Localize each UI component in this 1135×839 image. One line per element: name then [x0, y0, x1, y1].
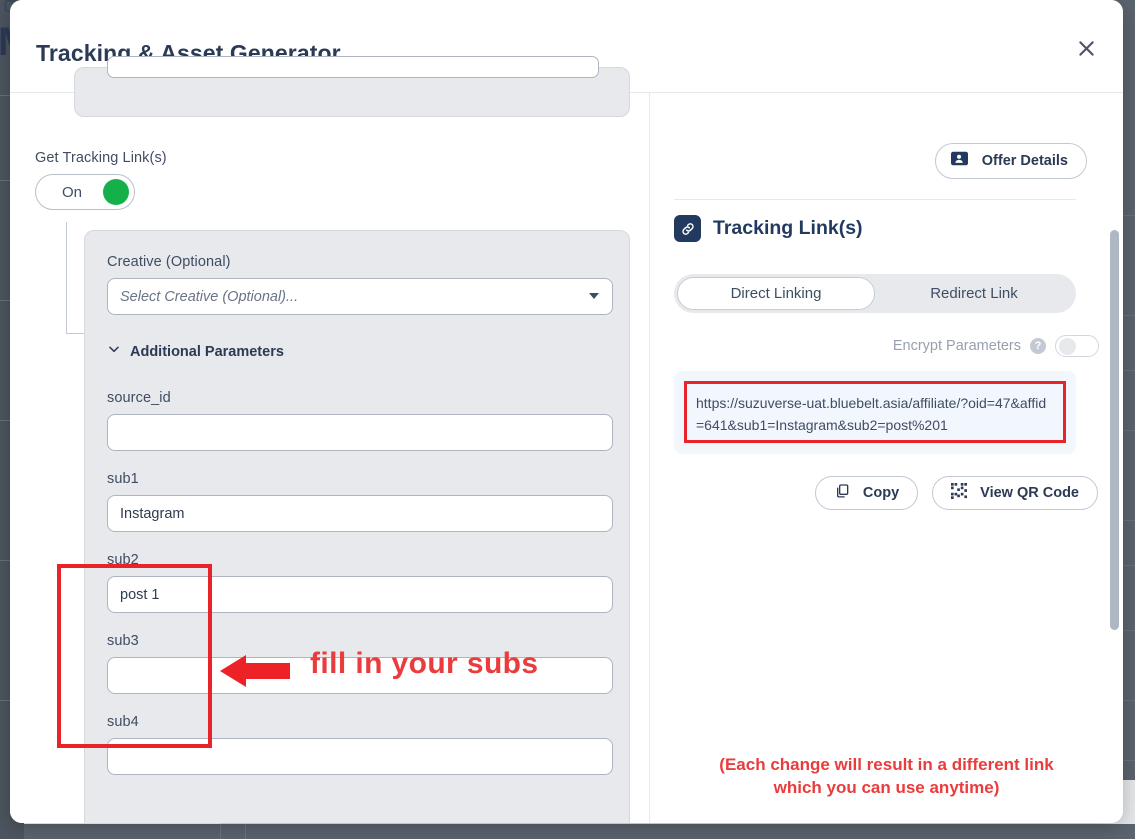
field-label: sub1 — [107, 471, 139, 487]
offer-details-button[interactable]: Offer Details — [934, 143, 1087, 179]
copy-button[interactable]: Copy — [814, 476, 919, 510]
sub2-input[interactable] — [107, 576, 613, 613]
creative-label: Creative (Optional) — [107, 254, 231, 270]
annotation-bottom-note: (Each change will result in a different … — [650, 753, 1123, 799]
scrolled-panel-above — [74, 56, 630, 117]
tab-label: Direct Linking — [730, 285, 822, 302]
sub4-input[interactable] — [107, 738, 613, 775]
field-label: sub3 — [107, 633, 139, 649]
field-label: sub2 — [107, 552, 139, 568]
toggle-state-label: On — [62, 183, 83, 201]
page-root: Dashboard M Tracking & Asset Generator — [0, 0, 1135, 839]
offer-details-label: Offer Details — [981, 153, 1068, 169]
field-sub4: sub4 — [107, 713, 613, 775]
encrypt-parameters-toggle[interactable] — [1055, 335, 1099, 357]
sub3-input[interactable] — [107, 657, 613, 694]
get-tracking-links-group: Get Tracking Link(s) On — [35, 150, 167, 210]
toggle-knob — [103, 179, 129, 205]
creative-select-wrapper — [107, 278, 613, 315]
field-label: source_id — [107, 390, 171, 406]
tracking-asset-generator-modal: Tracking & Asset Generator Get Tracking … — [10, 0, 1123, 823]
generator-form-column: Get Tracking Link(s) On Creative (Option… — [10, 56, 650, 823]
annotation-bottom-note-line2: which you can use anytime) — [773, 778, 1000, 797]
creative-select[interactable] — [107, 278, 613, 315]
tab-redirect-link[interactable]: Redirect Link — [875, 277, 1073, 310]
contact-card-icon — [950, 151, 968, 171]
source-id-input[interactable] — [107, 414, 613, 451]
parameters-panel: Creative (Optional) Select Creative (Opt… — [84, 230, 630, 823]
section-divider — [674, 199, 1076, 200]
qr-code-icon — [951, 482, 968, 504]
tab-label: Redirect Link — [930, 285, 1018, 302]
sub1-input[interactable] — [107, 495, 613, 532]
tab-direct-linking[interactable]: Direct Linking — [677, 277, 875, 310]
annotation-bottom-note-line1: (Each change will result in a different … — [719, 755, 1054, 774]
modal-scrollbar-thumb[interactable] — [1110, 230, 1119, 630]
get-tracking-links-label: Get Tracking Link(s) — [35, 150, 167, 166]
field-label: sub4 — [107, 714, 139, 730]
additional-parameters-label: Additional Parameters — [130, 343, 284, 360]
tracking-links-title: Tracking Link(s) — [713, 217, 863, 239]
copy-icon — [834, 483, 850, 504]
toggle-connector-line — [66, 222, 67, 334]
link-chain-icon — [674, 215, 701, 242]
scrolled-input-above[interactable] — [107, 56, 599, 78]
link-mode-tabs: Direct Linking Redirect Link — [674, 274, 1076, 313]
tracking-link-column: Offer Details Tracking Link(s) Direct Li… — [650, 93, 1123, 823]
tracking-links-section-header: Tracking Link(s) — [674, 215, 863, 242]
link-actions: Copy View QR Code — [814, 476, 1098, 510]
additional-parameters-toggle[interactable]: Additional Parameters — [107, 342, 613, 361]
copy-label: Copy — [862, 485, 900, 501]
field-source_id: source_id — [107, 389, 613, 451]
view-qr-code-button[interactable]: View QR Code — [932, 476, 1098, 510]
tracking-link-box: https://suzuverse-uat.bluebelt.asia/affi… — [674, 371, 1076, 454]
question-mark-icon[interactable]: ? — [1030, 338, 1046, 354]
view-qr-code-label: View QR Code — [980, 485, 1079, 501]
field-sub2: sub2 — [107, 551, 613, 613]
toggle-connector-elbow — [66, 333, 86, 334]
field-sub3: sub3 — [107, 632, 613, 694]
annotation-highlight-box: https://suzuverse-uat.bluebelt.asia/affi… — [684, 381, 1066, 443]
tracking-link-text[interactable]: https://suzuverse-uat.bluebelt.asia/affi… — [696, 395, 1046, 433]
encrypt-parameters-label: Encrypt Parameters — [892, 338, 1021, 354]
get-tracking-links-toggle[interactable]: On — [35, 174, 135, 210]
close-icon[interactable] — [1071, 33, 1101, 63]
chevron-down-icon — [107, 342, 121, 361]
modal-body: Get Tracking Link(s) On Creative (Option… — [10, 56, 1123, 823]
encrypt-parameters-row: Encrypt Parameters ? — [893, 335, 1099, 357]
toggle-knob — [1059, 338, 1076, 355]
field-sub1: sub1 — [107, 470, 613, 532]
